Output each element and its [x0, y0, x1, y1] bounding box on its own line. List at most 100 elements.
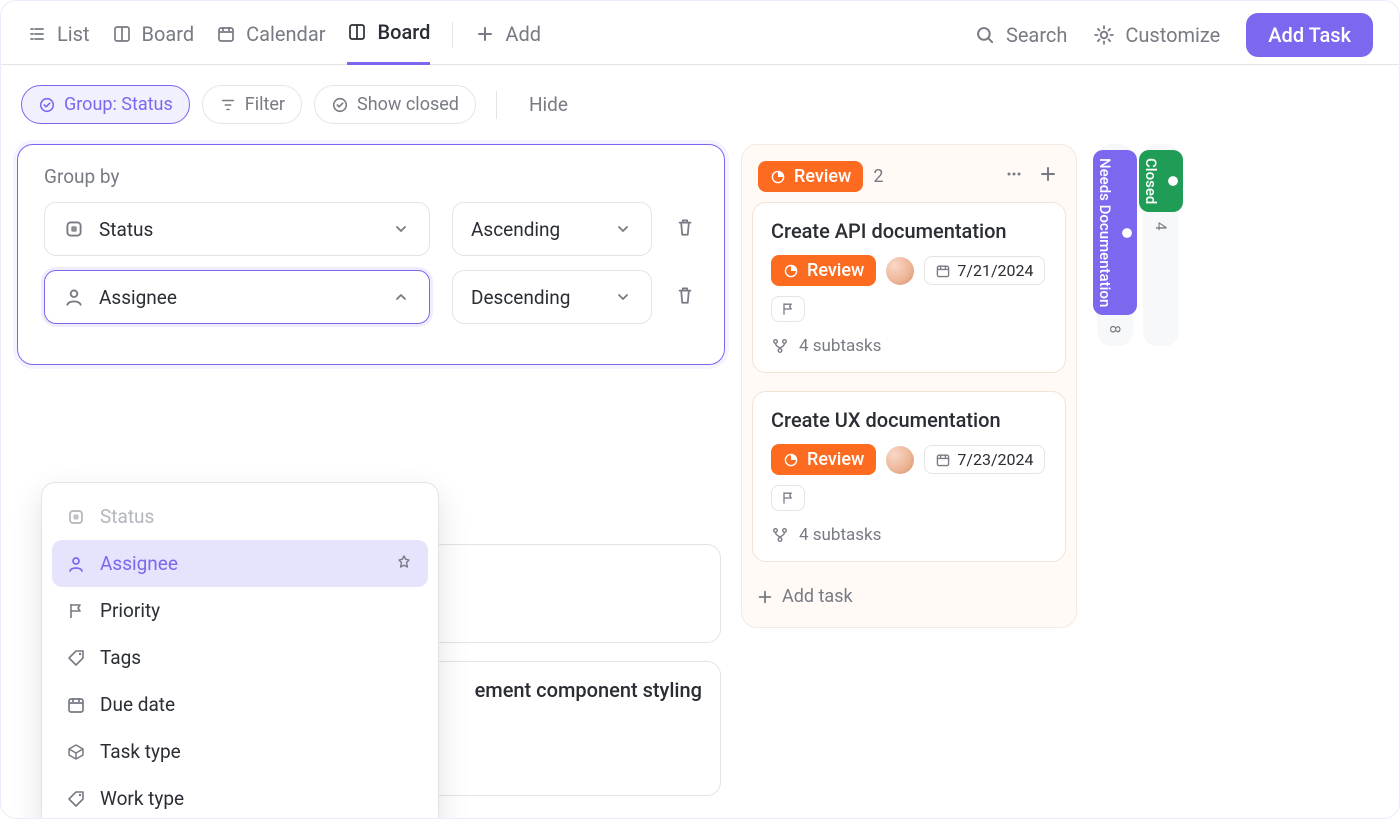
view-board-1[interactable]: Board [112, 19, 195, 65]
calendar-icon [935, 263, 951, 279]
chevron-down-icon [613, 287, 633, 307]
group-field-select-2[interactable]: Assignee [44, 270, 430, 324]
dots-icon [1004, 164, 1024, 184]
cube-icon [66, 742, 86, 762]
check-circle-icon [38, 96, 56, 114]
dropdown-option-work-type[interactable]: Work type [52, 775, 428, 819]
status-pill-review: Review [771, 255, 876, 286]
tag-icon [66, 648, 86, 668]
gear-icon [1093, 24, 1115, 46]
group-status-chip[interactable]: Group: Status [21, 85, 190, 124]
task-title: Create UX documentation [771, 408, 1047, 432]
user-icon [63, 286, 85, 308]
progress-icon [770, 169, 786, 185]
select-value: Descending [471, 286, 570, 309]
group-row-1: Status Ascending [44, 202, 698, 256]
flag-icon [66, 601, 86, 621]
chip-label: Show closed [357, 94, 459, 115]
dropdown-option-task-type[interactable]: Task type [52, 728, 428, 775]
column-count: 4 [1152, 222, 1170, 230]
chevron-up-icon [391, 287, 411, 307]
column-count: 8 [1106, 325, 1124, 333]
column-closed-collapsed[interactable]: Closed 4 [1143, 144, 1179, 346]
view-label: Board [377, 20, 430, 44]
progress-icon [783, 263, 799, 279]
status-icon [63, 218, 85, 240]
column-menu[interactable] [1002, 162, 1026, 191]
dropdown-option-due-date[interactable]: Due date [52, 681, 428, 728]
calendar-icon [216, 24, 236, 44]
task-title: Create API documentation [771, 219, 1047, 243]
tag-icon [66, 789, 86, 809]
dropdown-option-tags[interactable]: Tags [52, 634, 428, 681]
group-sort-select-2[interactable]: Descending [452, 270, 652, 324]
plus-icon [756, 588, 774, 606]
divider [496, 91, 497, 119]
group-field-dropdown: Status Assignee Priority Tags Due date T… [41, 482, 439, 819]
chip-label: Filter [245, 94, 285, 115]
column-add[interactable] [1036, 162, 1060, 191]
branch-icon [771, 337, 789, 355]
select-value: Ascending [471, 218, 560, 241]
plus-icon [475, 24, 495, 44]
column-review: Review 2 Create API documentation Review… [741, 144, 1077, 628]
trash-icon [674, 284, 696, 306]
group-sort-select-1[interactable]: Ascending [452, 202, 652, 256]
group-row-2: Assignee Descending [44, 270, 698, 324]
priority-flag[interactable] [771, 485, 805, 511]
dropdown-option-assignee[interactable]: Assignee [52, 540, 428, 587]
add-view[interactable]: Add [475, 19, 541, 65]
hide-button[interactable]: Hide [517, 85, 580, 124]
task-card[interactable]: Create API documentation Review 7/21/202… [752, 202, 1066, 373]
add-task-review[interactable]: Add task [752, 580, 1066, 613]
subtasks-line[interactable]: 4 subtasks [771, 525, 1047, 545]
due-date[interactable]: 7/23/2024 [924, 445, 1044, 474]
column-header-pill[interactable]: Review [758, 161, 863, 192]
user-icon [66, 554, 86, 574]
customize-button[interactable]: Customize [1093, 23, 1220, 61]
flag-icon [780, 490, 796, 506]
dropdown-option-status: Status [52, 493, 428, 540]
avatar[interactable] [886, 257, 914, 285]
pin-icon [394, 554, 414, 574]
search-label: Search [1006, 23, 1067, 47]
column-pill: Needs Documentation [1093, 150, 1137, 315]
group-field-select-1[interactable]: Status [44, 202, 430, 256]
branch-icon [771, 526, 789, 544]
status-pill-review: Review [771, 444, 876, 475]
view-board-active[interactable]: Board [347, 19, 430, 65]
view-calendar[interactable]: Calendar [216, 19, 325, 65]
task-card[interactable]: Create UX documentation Review 7/23/2024… [752, 391, 1066, 562]
clock-icon [1120, 226, 1134, 240]
view-list[interactable]: List [27, 19, 90, 65]
list-icon [27, 24, 47, 44]
column-count: 2 [873, 166, 883, 187]
group-by-panel: Group by Status Ascending Assignee [17, 144, 725, 365]
view-label: List [57, 22, 90, 46]
calendar-icon [935, 452, 951, 468]
customize-label: Customize [1125, 23, 1220, 47]
priority-flag[interactable] [771, 296, 805, 322]
chevron-down-icon [613, 219, 633, 239]
search-button[interactable]: Search [974, 23, 1067, 61]
progress-icon [783, 452, 799, 468]
column-needs-documentation-collapsed[interactable]: Needs Documentation 8 [1097, 144, 1133, 346]
status-icon [66, 507, 86, 527]
delete-group-2[interactable] [674, 284, 696, 310]
search-icon [974, 24, 996, 46]
delete-group-1[interactable] [674, 216, 696, 242]
subtasks-line[interactable]: 4 subtasks [771, 336, 1047, 356]
filter-icon [219, 96, 237, 114]
board-icon [112, 24, 132, 44]
divider [452, 22, 453, 48]
show-closed-chip[interactable]: Show closed [314, 85, 476, 124]
dropdown-option-priority[interactable]: Priority [52, 587, 428, 634]
due-date[interactable]: 7/21/2024 [924, 256, 1044, 285]
add-task-cta[interactable]: Add Task [1246, 13, 1373, 57]
check-circle-icon [331, 96, 349, 114]
filter-chip[interactable]: Filter [202, 85, 302, 124]
clock-icon [1166, 174, 1180, 188]
trash-icon [674, 216, 696, 238]
view-label: Calendar [246, 22, 325, 46]
avatar[interactable] [886, 446, 914, 474]
